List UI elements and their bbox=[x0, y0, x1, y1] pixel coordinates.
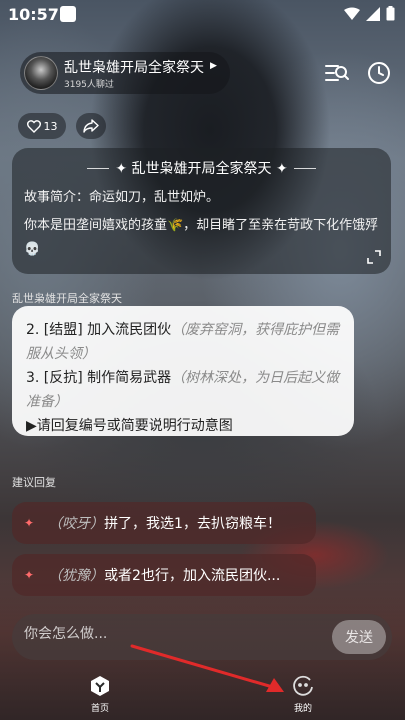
history-clock-icon[interactable] bbox=[366, 60, 392, 86]
nav-home[interactable]: 首页 bbox=[70, 674, 130, 714]
divider bbox=[87, 167, 110, 169]
story-summary: 故事简介：命运如刀，乱世如炉。 bbox=[24, 190, 220, 205]
avatar[interactable] bbox=[24, 56, 58, 90]
share-button[interactable] bbox=[76, 113, 106, 139]
suggestion-mood: （咬牙） bbox=[48, 516, 105, 532]
heart-icon bbox=[26, 119, 41, 133]
suggestions-label: 建议回复 bbox=[12, 476, 56, 489]
annotation-arrow bbox=[130, 644, 284, 692]
chat-count: 3195人聊过 bbox=[64, 80, 114, 90]
story-body: 你本是田垄间嬉戏的孩童🌾，却目睹了至亲在苛政下化作饿殍💀 bbox=[24, 218, 379, 257]
expand-icon[interactable] bbox=[367, 250, 381, 264]
reply-prompt: ▶请回复编号或简要说明行动意图 bbox=[26, 418, 233, 434]
story-intro-card: ✦ 乱世枭雄开局全家祭天 ✦ 故事简介：命运如刀，乱世如炉。 你本是田垄间嬉戏的… bbox=[12, 148, 391, 274]
chat-title: 乱世枭雄开局全家祭天 bbox=[64, 60, 204, 76]
option-3: 3. [反抗] 制作简易武器（树林深处，为日后起义做准备） bbox=[26, 366, 340, 414]
home-cube-icon bbox=[91, 676, 109, 696]
menu-search-icon[interactable] bbox=[324, 60, 350, 86]
like-button[interactable]: 13 bbox=[18, 113, 66, 139]
story-heading-text: ✦ 乱世枭雄开局全家祭天 ✦ bbox=[115, 161, 288, 177]
suggestion-mood: （犹豫） bbox=[48, 568, 105, 584]
like-count: 13 bbox=[43, 119, 58, 133]
profile-face-icon bbox=[293, 675, 313, 696]
option-2-label: 2. [结盟] 加入流民团伙 bbox=[26, 322, 172, 338]
send-button[interactable]: 发送 bbox=[332, 620, 386, 654]
battery-icon bbox=[386, 6, 395, 21]
app-notification-icon bbox=[60, 6, 76, 22]
message-bubble: 2. [结盟] 加入流民团伙（废弃窑洞，获得庇护但需服从头领） 3. [反抗] … bbox=[12, 306, 354, 436]
option-3-label: 3. [反抗] 制作简易武器 bbox=[26, 370, 172, 386]
wifi-icon bbox=[344, 7, 360, 20]
signal-icon bbox=[366, 6, 380, 21]
speaker-name: 乱世枭雄开局全家祭天 bbox=[12, 292, 122, 305]
suggestion-reply[interactable]: ✦ （犹豫） 或者2也行，加入流民团伙... bbox=[12, 554, 316, 596]
share-icon bbox=[83, 119, 99, 133]
suggestion-reply[interactable]: ✦ （咬牙） 拼了，我选1，去扒窃粮车！ bbox=[12, 502, 316, 544]
suggestion-text: 或者2也行，加入流民团伙... bbox=[104, 568, 281, 584]
suggestion-text: 拼了，我选1，去扒窃粮车！ bbox=[104, 516, 281, 532]
status-icons bbox=[344, 6, 395, 21]
sparkle-icon: ✦ bbox=[24, 516, 35, 530]
status-time: 10:57 bbox=[8, 5, 59, 24]
nav-mine-label: 我的 bbox=[293, 704, 312, 714]
nav-home-label: 首页 bbox=[90, 704, 109, 714]
status-bar: 10:57 bbox=[0, 0, 405, 28]
chat-header[interactable]: 乱世枭雄开局全家祭天 ▶ 3195人聊过 bbox=[20, 52, 230, 94]
divider bbox=[293, 167, 316, 169]
story-heading: ✦ 乱世枭雄开局全家祭天 ✦ bbox=[24, 158, 379, 178]
chevron-right-icon: ▶ bbox=[210, 61, 217, 71]
sparkle-icon: ✦ bbox=[24, 568, 35, 582]
option-2: 2. [结盟] 加入流民团伙（废弃窑洞，获得庇护但需服从头领） bbox=[26, 318, 340, 366]
